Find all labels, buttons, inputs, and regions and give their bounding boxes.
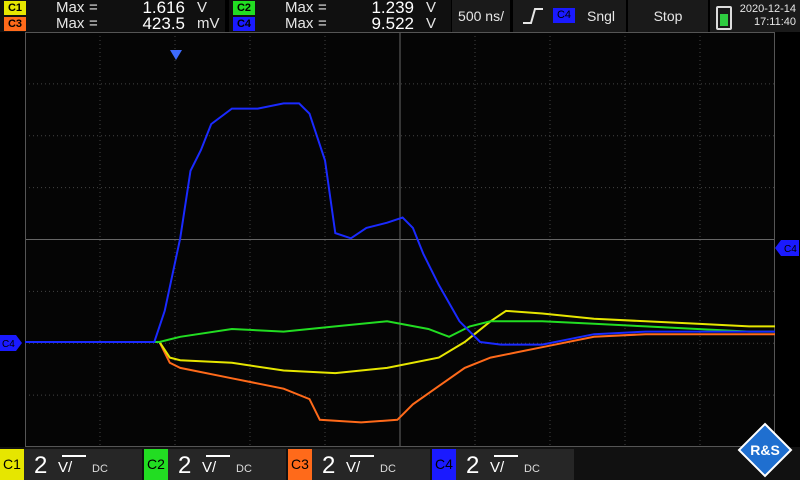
channel-tag-c4: C4 — [233, 17, 255, 31]
channel-tag-c1: C1 — [4, 1, 26, 15]
equals-sign: = — [89, 15, 98, 32]
trigger-position-marker[interactable] — [170, 50, 182, 60]
coupling: DC — [524, 463, 540, 475]
coupling: DC — [92, 463, 108, 475]
equals-sign: = — [318, 0, 327, 16]
rohde-schwarz-logo: R&S — [737, 422, 793, 478]
measurement-label: Max — [56, 15, 85, 32]
waveform-grid — [25, 32, 775, 447]
vertical-scale: 2 — [178, 452, 192, 479]
measurement-c1[interactable]: C1 Max = 1.616 V — [0, 0, 225, 17]
measurement-unit: V — [426, 15, 437, 32]
measurement-label: Max — [56, 0, 85, 16]
measurement-unit: V — [197, 0, 208, 16]
time: 17:11:40 — [753, 16, 796, 28]
battery-icon — [716, 6, 732, 30]
measurement-value: 423.5 — [142, 14, 185, 33]
run-stop-button[interactable]: Stop — [628, 0, 708, 32]
coupling: DC — [380, 463, 396, 475]
measurement-panel-right[interactable]: C2 Max = 1.239 V C4 Max = 9.522 V — [229, 0, 454, 33]
trigger-level-label: C4 — [784, 244, 797, 255]
status-area: 2020-12-14 17:11:40 — [710, 0, 800, 32]
date: 2020-12-14 — [739, 3, 796, 15]
measurement-unit: V — [426, 0, 437, 16]
vertical-scale: 2 — [34, 452, 48, 479]
channel-tag: C1 — [0, 449, 24, 480]
channel-tag: C4 — [432, 449, 456, 480]
measurement-c3[interactable]: C3 Max = 423.5 mV — [0, 14, 225, 33]
channel-tag: C2 — [144, 449, 168, 480]
channel-setting-c1[interactable]: C1 2 V/ DC — [0, 449, 142, 480]
probe-icon — [62, 455, 86, 457]
measurement-unit: mV — [197, 15, 220, 32]
probe-icon — [494, 455, 518, 457]
ch4-ground-marker[interactable]: C4 — [0, 335, 22, 351]
waveform-display[interactable] — [25, 32, 775, 447]
equals-sign: = — [318, 15, 327, 32]
timebase-button[interactable]: 500 ns/ — [452, 0, 510, 32]
logo-text: R&S — [750, 442, 780, 458]
ground-marker-label: C4 — [2, 339, 15, 350]
channel-setting-c3[interactable]: C3 2 V/ DC — [288, 449, 430, 480]
measurement-value: 9.522 — [371, 14, 414, 33]
equals-sign: = — [89, 0, 98, 16]
trigger-source-tag: C4 — [553, 8, 575, 23]
scale-unit: V/ — [202, 459, 217, 476]
measurement-c2[interactable]: C2 Max = 1.239 V — [229, 0, 454, 17]
channel-tag: C3 — [288, 449, 312, 480]
vertical-scale: 2 — [466, 452, 480, 479]
scale-unit: V/ — [346, 459, 361, 476]
measurement-panel-left[interactable]: C1 Max = 1.616 V C3 Max = 423.5 mV — [0, 0, 225, 33]
channel-tag-c3: C3 — [4, 17, 26, 31]
channel-setting-c2[interactable]: C2 2 V/ DC — [144, 449, 286, 480]
channel-setting-c4[interactable]: C4 2 V/ DC — [432, 449, 574, 480]
measurement-c4[interactable]: C4 Max = 9.522 V — [229, 14, 454, 33]
date-time: 2020-12-14 17:11:40 — [740, 3, 796, 29]
scale-unit: V/ — [58, 459, 73, 476]
vertical-scale: 2 — [322, 452, 336, 479]
trigger-level-marker[interactable]: C4 — [775, 240, 799, 256]
measurement-label: Max — [285, 0, 314, 16]
probe-icon — [206, 455, 230, 457]
measurement-label: Max — [285, 15, 314, 32]
coupling: DC — [236, 463, 252, 475]
rising-edge-icon — [523, 8, 543, 24]
channel-settings-bar: C1 2 V/ DC C2 2 V/ DC C3 2 V/ DC C4 2 V/… — [0, 447, 800, 480]
probe-icon — [350, 455, 374, 457]
scale-unit: V/ — [490, 459, 505, 476]
trigger-button[interactable]: C4 Sngl — [513, 0, 626, 32]
trigger-mode: Sngl — [587, 8, 616, 24]
top-bar: C1 Max = 1.616 V C3 Max = 423.5 mV C2 Ma… — [0, 0, 800, 33]
channel-tag-c2: C2 — [233, 1, 255, 15]
